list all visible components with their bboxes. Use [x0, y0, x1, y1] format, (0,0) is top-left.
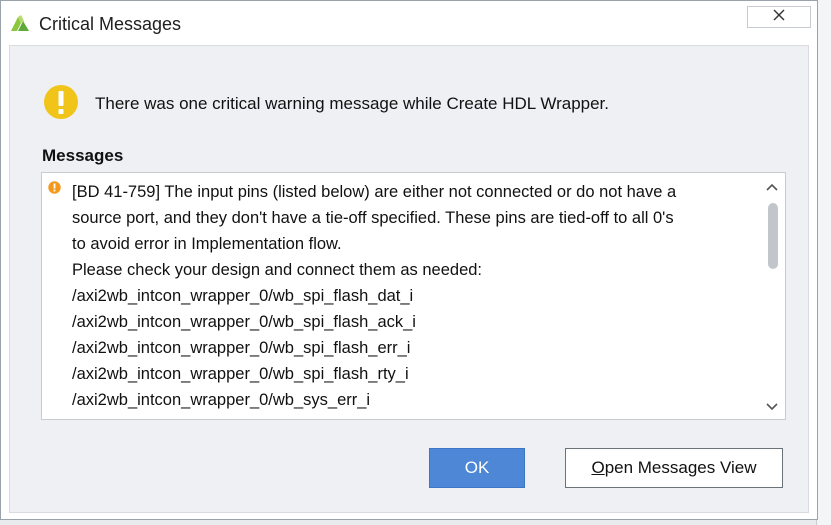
messages-heading: Messages	[42, 146, 124, 165]
open-messages-view-button[interactable]: Open Messages View	[565, 448, 783, 488]
message-line: Please check your design and connect the…	[72, 261, 483, 279]
message-line: /axi2wb_intcon_wrapper_0/wb_spi_flash_er…	[72, 339, 411, 357]
message-line: source port, and they don't have a tie-o…	[72, 209, 674, 227]
critical-messages-dialog: Critical Messages There was one critical…	[0, 0, 818, 520]
message-line: /axi2wb_intcon_wrapper_0/wb_spi_flash_ac…	[72, 313, 416, 331]
ok-button[interactable]: OK	[429, 448, 525, 488]
summary-text: There was one critical warning message w…	[95, 94, 610, 113]
warning-dot-icon	[48, 181, 61, 194]
close-button[interactable]	[747, 6, 811, 28]
dialog-content: There was one critical warning message w…	[9, 45, 809, 513]
message-line: /axi2wb_intcon_wrapper_0/wb_spi_flash_rt…	[72, 365, 409, 383]
chevron-down-icon[interactable]	[763, 399, 781, 415]
open-button-label: pen Messages View	[604, 458, 757, 477]
chevron-up-icon[interactable]	[763, 179, 781, 195]
message-line: to avoid error in Implementation flow.	[72, 235, 342, 253]
close-icon	[773, 8, 785, 26]
warning-icon	[43, 84, 79, 120]
vivado-logo-icon	[9, 13, 31, 33]
background-app-edge	[816, 0, 831, 525]
message-item[interactable]: [BD 41-759] The input pins (listed below…	[72, 179, 762, 413]
scrollbar-thumb[interactable]	[768, 203, 778, 269]
window-title: Critical Messages	[39, 14, 182, 34]
message-line: /axi2wb_intcon_wrapper_0/wb_spi_flash_da…	[72, 287, 414, 305]
title-bar: Critical Messages	[1, 1, 817, 45]
vertical-scrollbar[interactable]	[763, 177, 781, 415]
message-line: [BD 41-759] The input pins (listed below…	[72, 183, 677, 201]
open-button-mnemonic: O	[591, 458, 605, 477]
message-line: /axi2wb_intcon_wrapper_0/wb_sys_err_i	[72, 391, 371, 409]
messages-list[interactable]: [BD 41-759] The input pins (listed below…	[41, 172, 786, 420]
